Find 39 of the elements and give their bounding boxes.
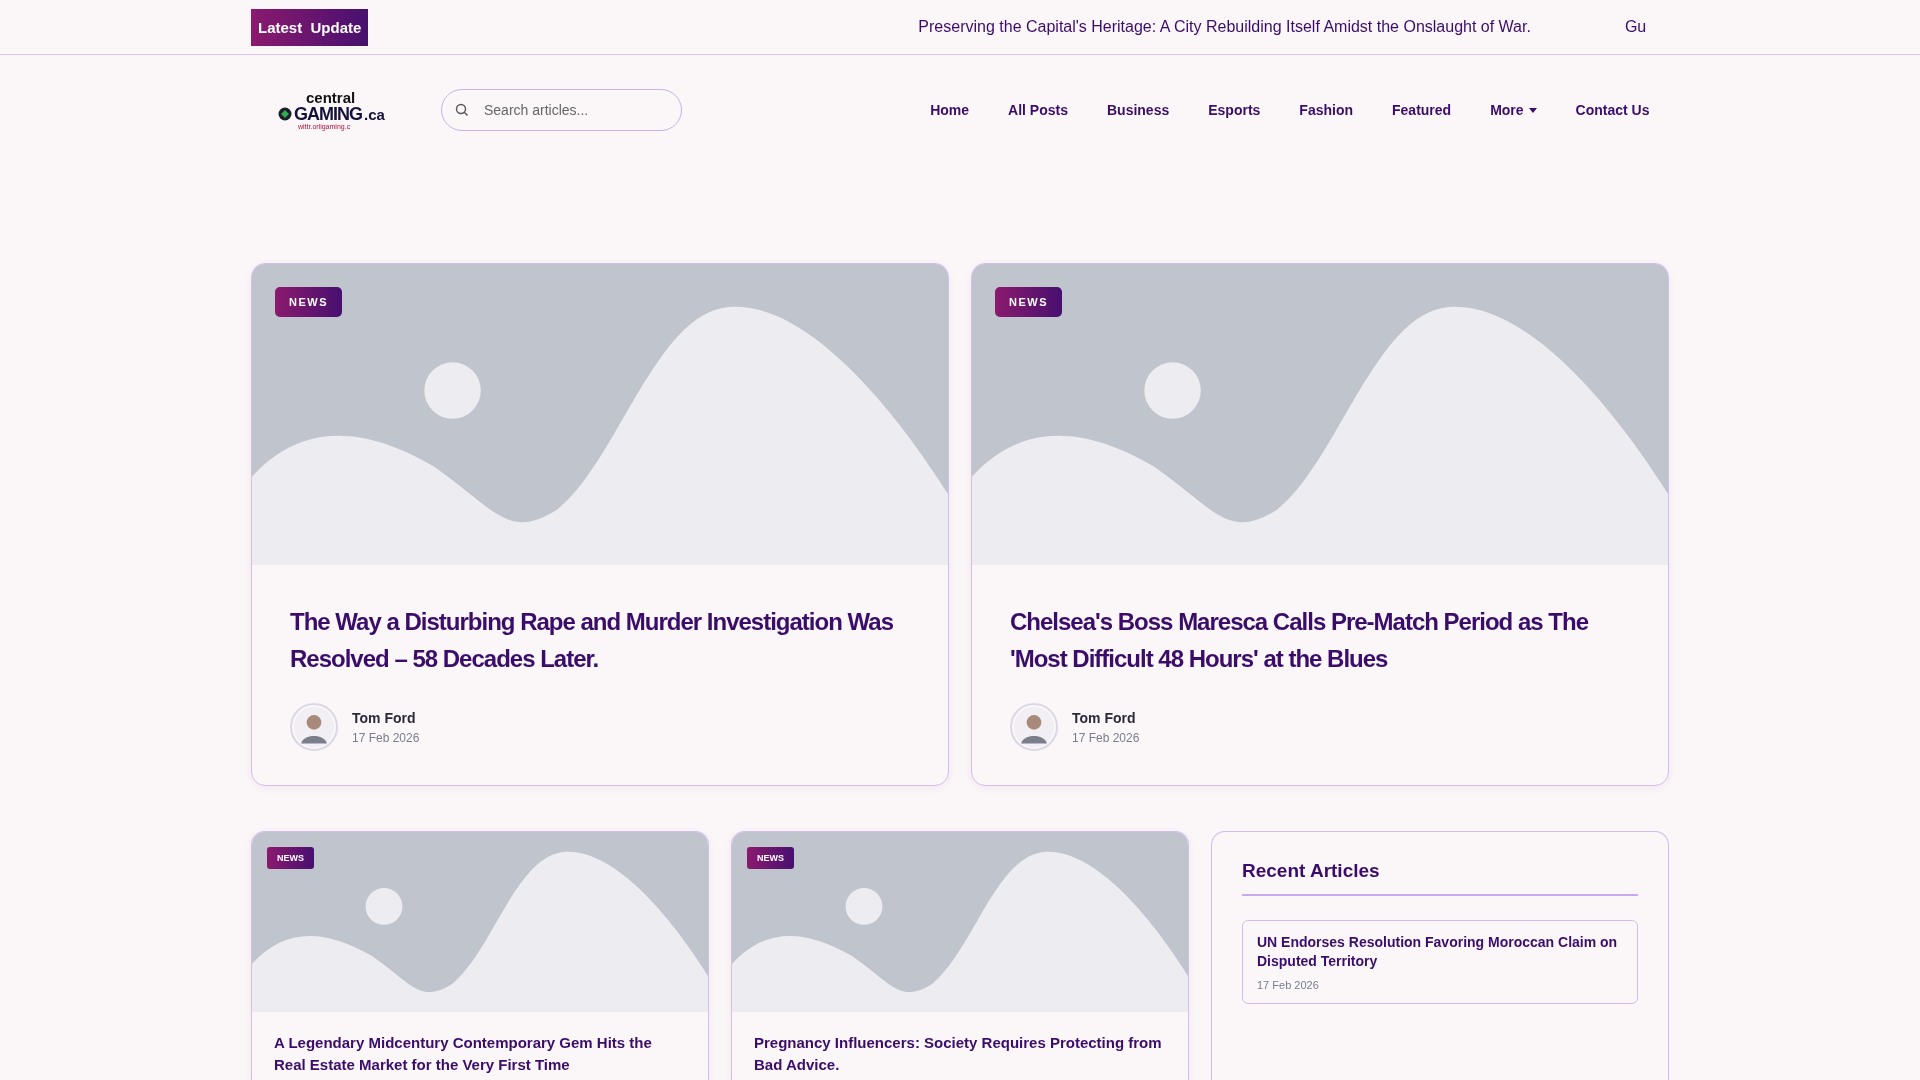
logo-text: GAMING xyxy=(294,105,362,123)
ticker-headline[interactable]: Preserving the Capital's Heritage: A City Rebuilding Itself Amidst the Onslaught of War. xyxy=(918,18,1531,36)
avatar-icon xyxy=(1010,703,1058,751)
sidebar-heading: Recent Articles xyxy=(1242,860,1638,896)
search-field[interactable]: Search articles... xyxy=(441,89,682,131)
nav-link[interactable]: Contact Us xyxy=(1556,94,1669,126)
caret-icon xyxy=(1528,107,1537,113)
article-title[interactable]: A Legendary Midcentury Contemporary Gem Hits the Real Estate Market for the Very First Time xyxy=(274,1032,686,1076)
nav-link[interactable]: Business xyxy=(1087,94,1189,126)
logo-text: .ca xyxy=(364,106,385,122)
post-date: 17 Feb 2026 xyxy=(1257,979,1320,991)
category-badge: NEWS xyxy=(267,847,314,869)
article-card[interactable]: NEWS A Legendary Midcentury Contemporary Gem Hits the Real Estate Market for the Very First Time xyxy=(251,831,709,1080)
recent-article-title[interactable]: UN Endorses Resolution Favoring Moroccan Claim on Disputed Territory xyxy=(1257,933,1623,971)
article-title[interactable]: Pregnancy Influencers: Society Requires Protecting from Bad Advice. xyxy=(754,1032,1166,1076)
post-date: 17 Feb 2026 xyxy=(352,730,420,745)
latest-update-label: Latest Update xyxy=(251,8,369,46)
avatar-icon xyxy=(290,703,338,751)
logo-icon xyxy=(278,107,292,121)
nav-link[interactable]: Fashion xyxy=(1279,94,1373,126)
article-title[interactable]: Chelsea's Boss Maresca Calls Pre-Match Period as The 'Most Difficult 48 Hours' at the Blues xyxy=(1010,603,1634,677)
category-badge: NEWS xyxy=(747,847,794,869)
category-badge: NEWS xyxy=(275,287,342,317)
nav-link[interactable]: Esports xyxy=(1188,94,1280,126)
logo-text: central xyxy=(306,90,357,105)
article-card[interactable]: NEWS Pregnancy Influencers: Society Requires Protecting from Bad Advice. xyxy=(731,831,1189,1080)
nav-link[interactable]: All Posts xyxy=(988,94,1088,126)
nav-dropdown[interactable]: More xyxy=(1470,94,1557,126)
ticker-headline[interactable]: Gu xyxy=(1624,18,1647,36)
article-card[interactable]: NEWS The Way a Disturbing Rape and Murder Investigation Was Resolved – 58 Decades Later. Tom Ford 17 Feb 2026 xyxy=(251,263,949,786)
author-name: Tom Ford xyxy=(352,709,417,726)
author-name: Tom Ford xyxy=(1072,709,1137,726)
category-badge: NEWS xyxy=(995,287,1062,317)
article-card[interactable]: NEWS Chelsea's Boss Maresca Calls Pre-Match Period as The 'Most Difficult 48 Hours' at the Blues Tom Ford 17 Feb 2026 xyxy=(971,263,1669,786)
post-date: 17 Feb 2026 xyxy=(1072,730,1140,745)
article-title[interactable]: The Way a Disturbing Rape and Murder Investigation Was Resolved – 58 Decades Later. xyxy=(290,603,914,677)
nav-link[interactable]: Home xyxy=(910,94,989,126)
nav-link[interactable]: Featured xyxy=(1372,94,1471,126)
recent-article-item[interactable]: UN Endorses Resolution Favoring Moroccan Claim on Disputed Territory 17 Feb 2026 xyxy=(1242,920,1638,1004)
